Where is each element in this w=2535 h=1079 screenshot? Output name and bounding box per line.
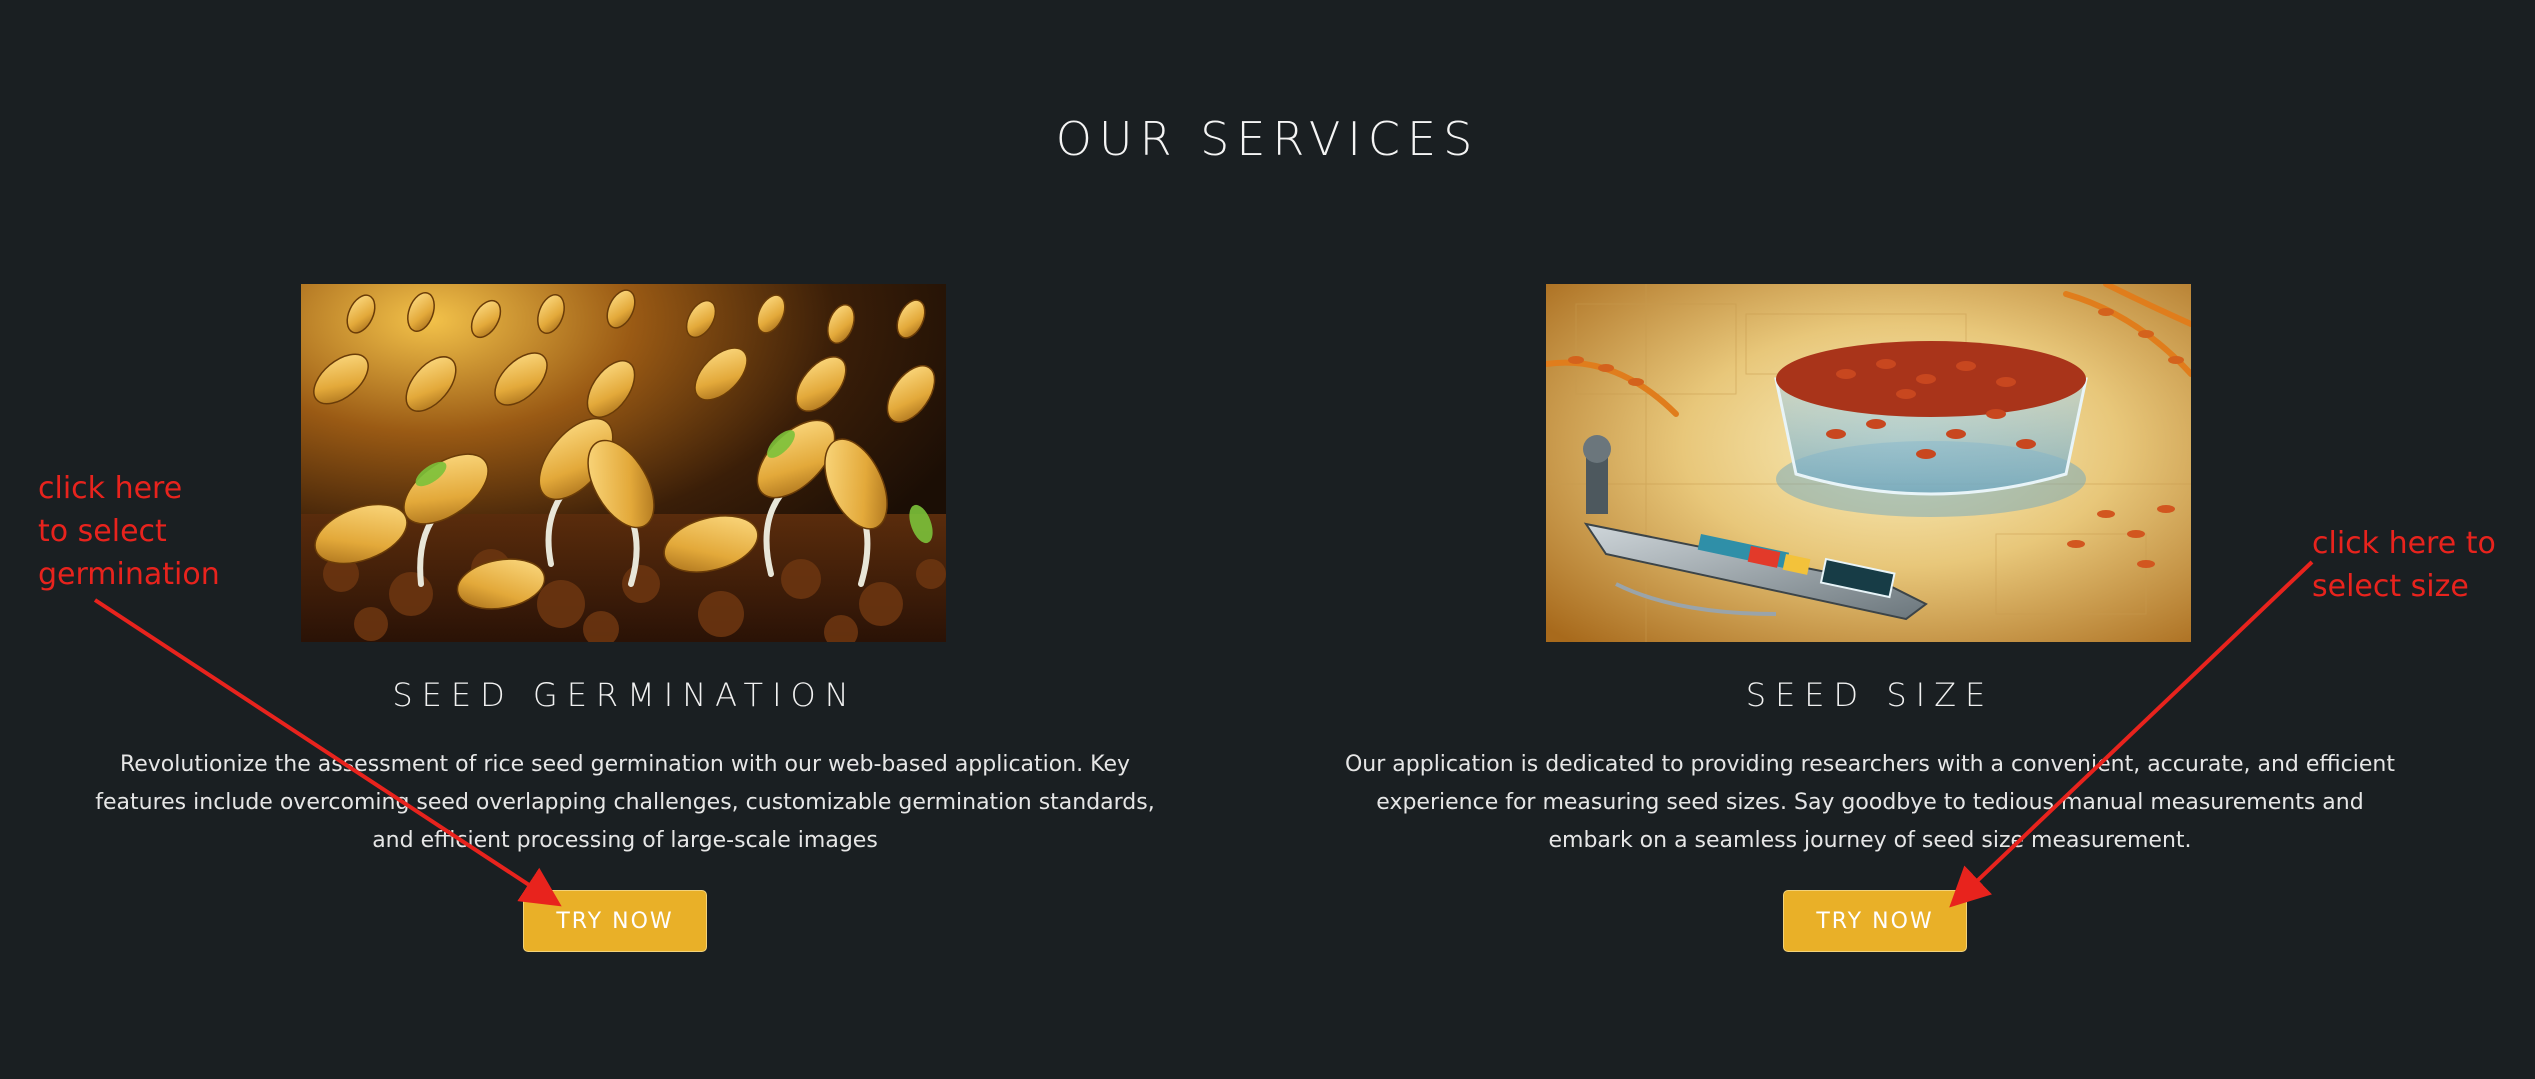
section-title: OUR SERVICES [1055,112,1480,166]
germination-image [301,284,946,642]
annotation-size: click here to select size [2312,526,2496,604]
service-description: Revolutionize the assessment of rice see… [95,752,1155,853]
seed-size-image [1546,284,2191,642]
service-description: Our application is dedicated to providin… [1344,752,2395,853]
service-title: SEED GERMINATION [392,676,858,714]
services-page: OUR SERVICES SEED GERMINATION Revolution… [0,0,2535,1079]
service-title: SEED SIZE [1745,676,1995,714]
annotation-germination: click here to select germination [38,471,220,592]
try-now-germination-button[interactable]: TRY NOW [523,890,707,952]
try-now-size-button[interactable]: TRY NOW [1783,890,1967,952]
